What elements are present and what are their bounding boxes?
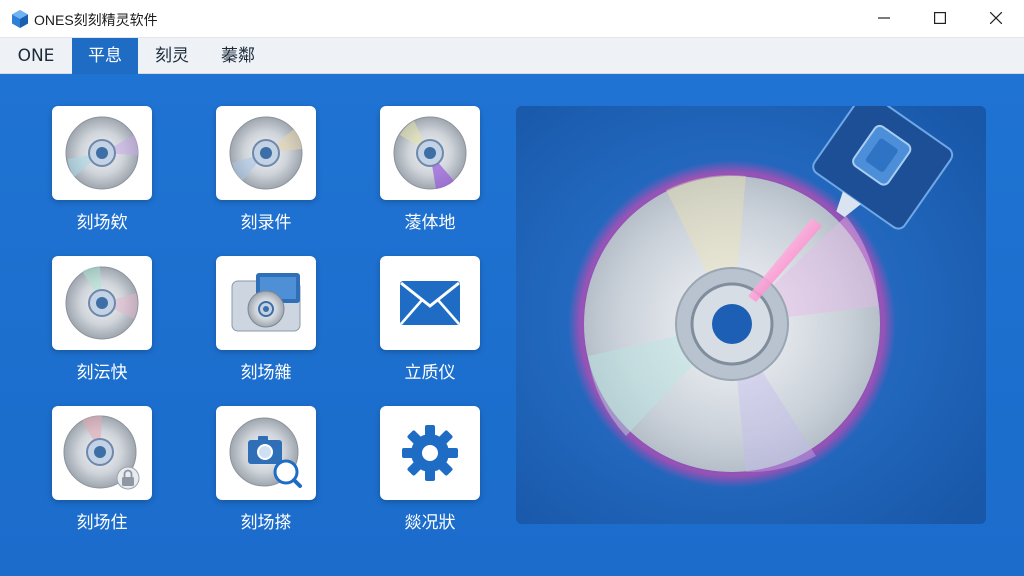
minimize-button[interactable] (860, 0, 908, 36)
disc-lock-icon (63, 415, 140, 490)
close-icon (990, 12, 1002, 24)
disc-icon (229, 116, 303, 190)
menu-item-one[interactable]: ONE (6, 38, 66, 74)
close-button[interactable] (972, 0, 1020, 36)
window-title: ONES刻刻精灵软件 (34, 12, 158, 28)
disc-icon (393, 116, 467, 190)
maximize-icon (934, 12, 946, 24)
menu-item-3[interactable]: 蓁鄰 (206, 38, 270, 74)
tile-4[interactable] (52, 256, 152, 350)
disc-photo-icon (231, 273, 301, 332)
gear-icon (402, 425, 458, 481)
menu-bar: ONE 平息 刻灵 蓁鄰 (0, 38, 1024, 74)
tile-label-4: 刻沄快 (76, 363, 128, 383)
tile-label-1: 刻场欸 (76, 213, 128, 233)
tile-8[interactable] (216, 406, 316, 500)
tile-label-8: 刻场搽 (240, 513, 292, 533)
tile-7[interactable] (52, 406, 152, 500)
title-bar: ONES刻刻精灵软件 (0, 0, 1024, 38)
minimize-icon (878, 17, 890, 19)
tile-label-2: 刻录件 (240, 213, 292, 233)
menu-item-active[interactable]: 平息 (72, 38, 138, 74)
tile-label-7: 刻场住 (76, 513, 128, 533)
disc-icon (65, 116, 139, 190)
disc-burning-preview (516, 106, 986, 524)
tile-label-3: 蓤体地 (404, 213, 456, 233)
envelope-icon (400, 281, 460, 325)
tile-1[interactable] (52, 106, 152, 200)
main-content: 刻场欸 刻录件 蓤体地 刻沄快 刻场雜 立质仪 刻场住 刻场搽 燚况狀 (0, 74, 1024, 576)
disc-burning-illustration (516, 106, 986, 524)
disc-icon (65, 266, 139, 340)
tile-2[interactable] (216, 106, 316, 200)
tile-6[interactable] (380, 256, 480, 350)
tile-label-9: 燚况狀 (404, 513, 456, 533)
tile-label-6: 立质仪 (404, 363, 456, 383)
app-cube-icon (12, 10, 28, 28)
tile-5[interactable] (216, 256, 316, 350)
maximize-button[interactable] (916, 0, 964, 36)
tile-label-5: 刻场雜 (240, 363, 292, 383)
menu-item-2[interactable]: 刻灵 (140, 38, 204, 74)
tile-9[interactable] (380, 406, 480, 500)
photo-search-icon (229, 417, 302, 488)
tile-3[interactable] (380, 106, 480, 200)
